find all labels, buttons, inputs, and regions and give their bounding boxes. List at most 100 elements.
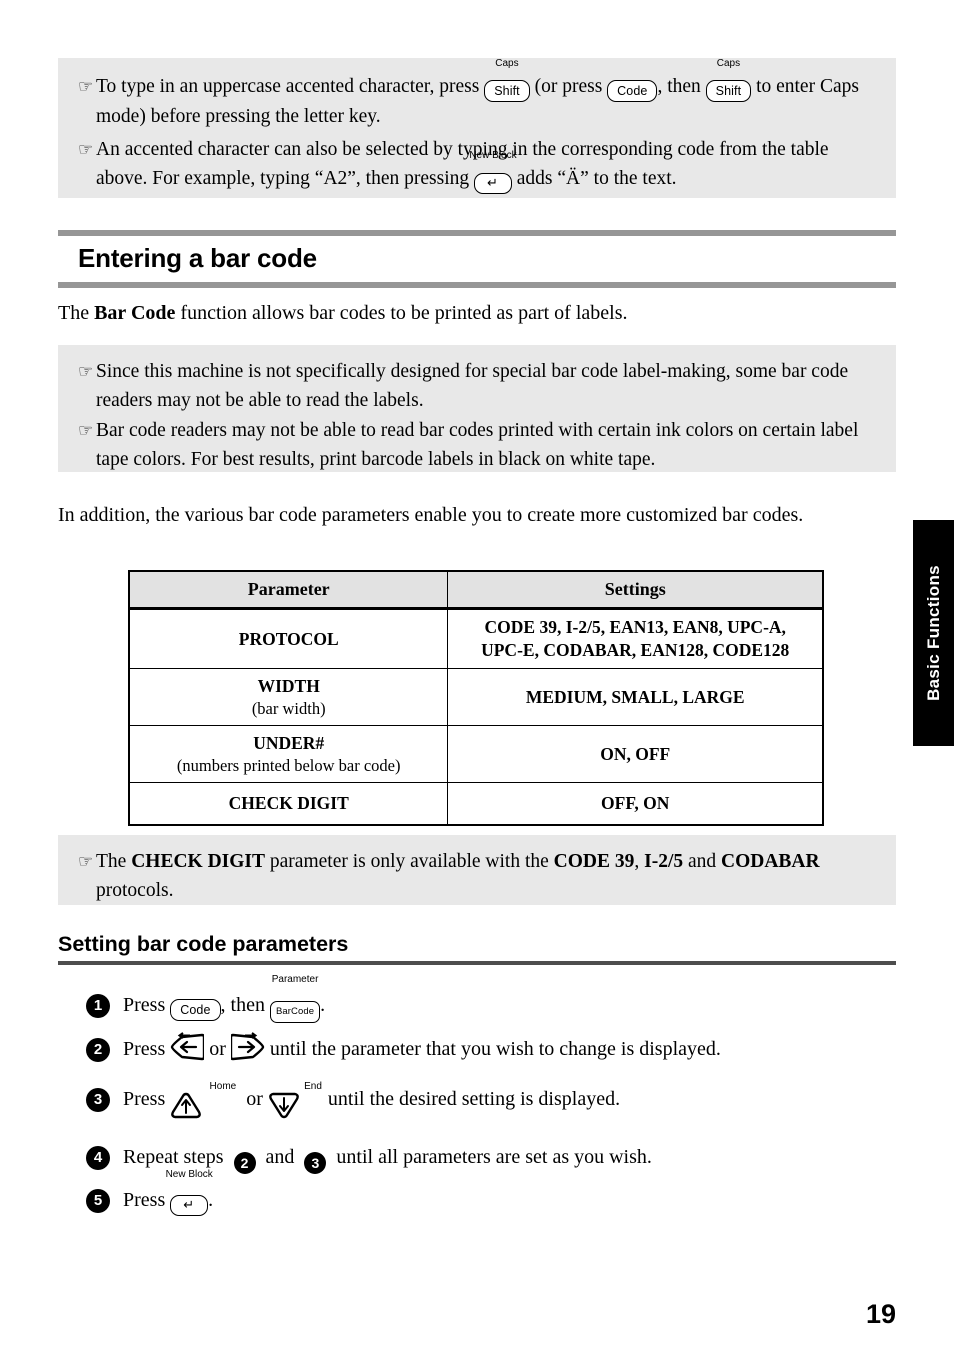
settings-line-2: UPC-E, CODABAR, EAN128, CODE128	[481, 640, 790, 660]
manual-page: ☞ To type in an uppercase accented chara…	[0, 0, 954, 1357]
step-5-text: Press New Block ↵ .	[123, 1169, 886, 1217]
step-number-5: 5	[86, 1189, 110, 1213]
note-text-before: An accented character can also be select…	[96, 139, 829, 189]
new-block-key-top-label: New Block	[165, 1169, 213, 1180]
note-item: ☞ The CHECK DIGIT parameter is only avai…	[58, 847, 896, 905]
pointing-hand-icon: ☞	[78, 421, 94, 440]
step-3-before: Press	[123, 1088, 166, 1110]
note-text: Bar code readers may not be able to read…	[96, 420, 859, 470]
table-cell-settings: CODE 39, I-2/5, EAN13, EAN8, UPC-A, UPC-…	[447, 608, 824, 669]
step-number-1: 1	[86, 994, 110, 1018]
table-header-parameter: Parameter	[128, 570, 449, 610]
note-item: ☞ An accented character can also be sele…	[58, 135, 896, 194]
subsection-heading-block: Setting bar code parameters	[58, 930, 896, 965]
barcode-note-box: ☞ Since this machine is not specifically…	[58, 345, 896, 472]
intro-before: The	[58, 302, 95, 324]
cd-part-5: protocols.	[96, 880, 174, 901]
code-key-1-label: Code	[607, 80, 658, 102]
parameter-description: (numbers printed below bar code)	[176, 756, 401, 775]
left-arrow-key-icon	[170, 1032, 206, 1073]
table-cell-parameter: UNDER# (numbers printed below bar code)	[128, 725, 449, 783]
table-row: PROTOCOL CODE 39, I-2/5, EAN13, EAN8, UP…	[128, 608, 824, 669]
barcode-key-label: BarCode	[269, 1001, 321, 1023]
note-text: Since this machine is not specifically d…	[96, 361, 849, 411]
step-number-2: 2	[86, 1038, 110, 1062]
shift-key-2: Caps Shift	[705, 58, 752, 102]
pointing-hand-icon: ☞	[78, 362, 94, 381]
note-text: To type in an uppercase accented charact…	[96, 58, 896, 131]
parameter-description: (bar width)	[251, 699, 326, 718]
code-key-label: Code	[170, 999, 221, 1021]
table-row: CHECK DIGIT OFF, ON	[128, 782, 824, 825]
step-number-3: 3	[86, 1088, 110, 1112]
home-label: Home	[209, 1081, 237, 1092]
step-2-mid: or	[209, 1038, 226, 1060]
table-row: UNDER# (numbers printed below bar code) …	[128, 725, 824, 783]
barcode-key: Parameter BarCode	[269, 974, 321, 1023]
step-4-text: Repeat steps 2 and 3 until all parameter…	[123, 1140, 886, 1174]
new-block-key: New Block ↵	[469, 150, 517, 194]
settings-line-1: MEDIUM, SMALL, LARGE	[525, 686, 745, 707]
right-arrow-key-icon	[229, 1032, 265, 1073]
note-item: ☞ To type in an uppercase accented chara…	[58, 58, 896, 131]
settings-line-1: ON, OFF	[600, 743, 671, 764]
side-tab-label: Basic Functions	[923, 565, 943, 701]
step-1-after: .	[320, 994, 326, 1016]
step-3-after: until the desired setting is displayed.	[327, 1088, 621, 1110]
subsection-rule	[58, 961, 896, 965]
step-4-mid: and	[265, 1146, 295, 1168]
step-4-after: until all parameters are set as you wish…	[336, 1146, 652, 1168]
pointing-hand-icon: ☞	[78, 77, 94, 96]
table-row: WIDTH (bar width) MEDIUM, SMALL, LARGE	[128, 668, 824, 726]
note-item: ☞ Bar code readers may not be able to re…	[58, 416, 896, 474]
parameter-name: UNDER#	[253, 733, 325, 753]
step-1: 1 Press Code , then Parameter BarCode .	[86, 974, 886, 1023]
table-cell-settings: MEDIUM, SMALL, LARGE	[447, 668, 824, 726]
customization-paragraph: In addition, the various bar code parame…	[58, 504, 804, 526]
new-block-key-top-label: New Block	[469, 150, 517, 161]
cd-bold-4: CODABAR	[721, 851, 820, 872]
down-arrow-key-icon	[268, 1092, 300, 1131]
step-5-before: Press	[123, 1189, 166, 1211]
code-key: Code	[170, 988, 221, 1022]
barcode-key-top-label: Parameter	[271, 974, 319, 985]
step-1-mid: , then	[220, 994, 265, 1016]
shift-key-2-top-label: Caps	[716, 58, 741, 69]
step-ref-2: 2	[233, 1152, 256, 1174]
shift-key-1-label: Shift	[484, 80, 530, 102]
cd-part-2: parameter is only available with the	[265, 851, 554, 872]
cd-part-1: The	[96, 851, 132, 872]
step-4-before: Repeat steps	[123, 1146, 224, 1168]
cd-part-3: ,	[634, 851, 645, 872]
section-heading-block: Entering a bar code	[58, 230, 896, 288]
page-title: Entering a bar code	[78, 243, 317, 273]
step-1-text: Press Code , then Parameter BarCode .	[123, 974, 886, 1023]
table-cell-parameter: PROTOCOL	[128, 608, 449, 669]
intro-after: function allows bar codes to be printed …	[175, 302, 628, 324]
table-cell-settings: OFF, ON	[447, 782, 824, 825]
note-text-middle-2: , then	[657, 76, 701, 97]
pointing-hand-icon: ☞	[78, 140, 94, 159]
heading-rule-bottom	[58, 282, 896, 288]
subsection-title: Setting bar code parameters	[58, 932, 349, 956]
parameters-table: Parameter Settings PROTOCOL CODE 39, I-2…	[128, 570, 824, 826]
up-arrow-key-icon	[170, 1092, 202, 1131]
step-2: 2 Press or until the parameter that you …	[86, 1032, 886, 1073]
step-5: 5 Press New Block ↵ .	[86, 1169, 886, 1217]
step-2-before: Press	[123, 1038, 166, 1060]
code-key-1: Code	[607, 72, 658, 102]
step-2-after: until the parameter that you wish to cha…	[269, 1038, 721, 1060]
settings-line-1: CODE 39, I-2/5, EAN13, EAN8, UPC-A,	[484, 617, 786, 637]
down-arrow-key: End	[268, 1081, 322, 1131]
table-header-settings: Settings	[447, 570, 824, 610]
step-3: 3 Press Home or End until the desired se…	[86, 1081, 886, 1131]
side-tab-basic-functions: Basic Functions	[913, 520, 954, 746]
step-ref-3: 3	[304, 1152, 327, 1174]
cd-bold-2: CODE 39	[553, 851, 635, 872]
step-3-text: Press Home or End until the desired sett…	[123, 1081, 886, 1131]
intro-paragraph: The Bar Code function allows bar codes t…	[58, 298, 896, 328]
note-text-before: To type in an uppercase accented charact…	[96, 76, 480, 97]
new-block-key: New Block ↵	[166, 1169, 213, 1217]
parameter-name: PROTOCOL	[238, 628, 339, 649]
steps-list: 1 Press Code , then Parameter BarCode . …	[86, 974, 886, 1226]
